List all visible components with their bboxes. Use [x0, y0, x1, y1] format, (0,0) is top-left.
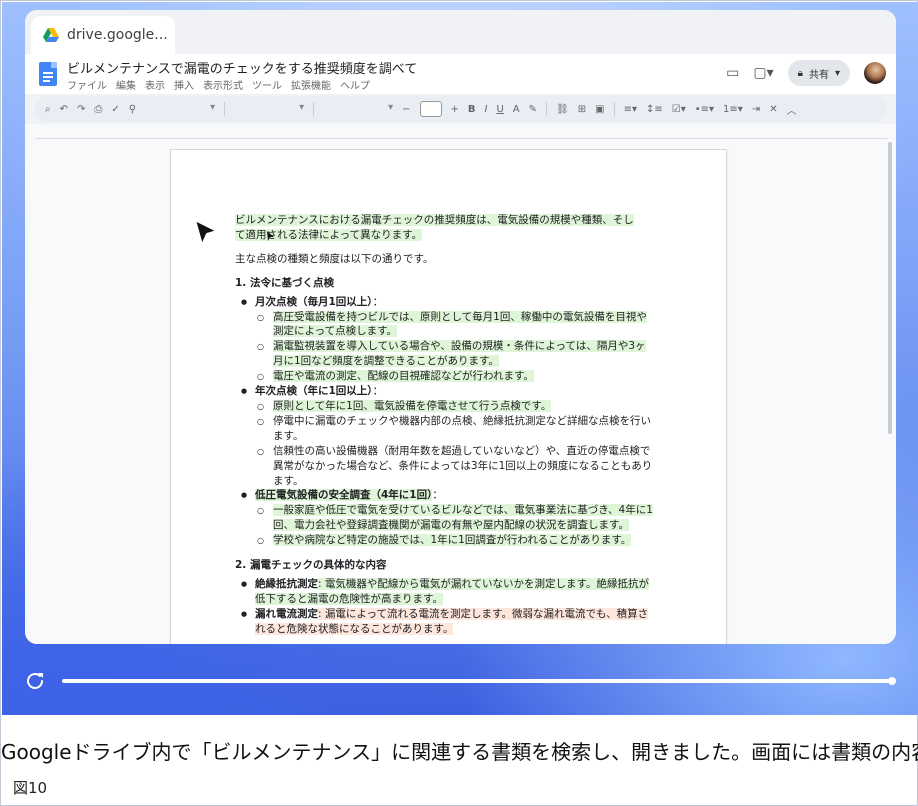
screenshot-frame: drive.google... ビルメンテナンスで漏電のチェックをする推奨頻度を… — [0, 0, 918, 806]
font-size-input[interactable] — [419, 101, 442, 117]
indent-icon[interactable]: ⇥ — [752, 104, 760, 115]
reload-icon[interactable] — [24, 670, 46, 692]
list-item: 高圧受電設備を持つビルでは、原則として毎月1回、稼働中の電気設備を目視や測定によ… — [235, 310, 655, 340]
align-icon[interactable]: ≡▾ — [624, 104, 637, 115]
list-item: 信頼性の高い設備機器（耐用年数を超過していないなど）や、直近の停電点検で異常がな… — [235, 444, 655, 489]
browser-tab[interactable]: drive.google... — [31, 16, 175, 54]
caption-text: Googleドライブ内で「ビルメンテナンス」に関連する書類を検索し、開きました。… — [1, 740, 918, 764]
section-heading: 2. 漏電チェックの具体的な内容 — [235, 559, 387, 572]
menu-view[interactable]: 表示 — [145, 77, 165, 92]
menu-edit[interactable]: 編集 — [116, 77, 136, 92]
style-select[interactable]: ▾ — [234, 102, 304, 116]
font-size-decrease-icon[interactable]: − — [402, 104, 410, 115]
list-item: 月次点検（毎月1回以上）： — [235, 295, 655, 310]
meet-icon[interactable]: ▢▾ — [753, 65, 773, 81]
ruler — [35, 138, 887, 139]
list-item: 漏れ電流測定: 漏電によって流れる電流を測定します。微弱な漏れ電流でも、積算され… — [235, 607, 655, 637]
spellcheck-icon[interactable]: ✓ — [111, 104, 119, 115]
menu-insert[interactable]: 挿入 — [174, 77, 194, 92]
divider — [224, 102, 226, 116]
list-item: 絶縁抵抗測定: 電気機器や配線から電気が漏れていないかを測定します。絶縁抵抗が低… — [235, 577, 655, 607]
zoom-select[interactable]: ▾ — [145, 102, 215, 116]
menu-format[interactable]: 表示形式 — [203, 77, 243, 92]
underline-icon[interactable]: U — [496, 104, 503, 115]
list-item: 停電中に漏電のチェックや機器内部の点検、絶縁抵抗測定など詳細な点検を行います。 — [235, 414, 655, 444]
redo-icon[interactable]: ↷ — [77, 104, 85, 115]
menu-help[interactable]: ヘルプ — [340, 77, 370, 92]
divider — [313, 102, 315, 116]
document-page[interactable]: ビルメンテナンスにおける漏電チェックの推奨頻度は、電気設備の規模や種類、そし て… — [170, 149, 727, 644]
google-docs-icon[interactable] — [39, 62, 57, 86]
playback-controls — [2, 662, 918, 702]
text-color-icon[interactable]: A — [513, 104, 520, 115]
header-actions: ▭ ▢▾ 🔒︎ 共有 ▾ — [726, 58, 886, 88]
tab-strip: drive.google... — [25, 10, 896, 54]
image-icon[interactable]: ▣ — [595, 104, 604, 115]
bullet-list-icon[interactable]: •≡▾ — [695, 104, 714, 115]
google-drive-icon — [43, 28, 59, 42]
highlight-icon[interactable]: ✎ — [529, 104, 537, 115]
collapse-icon[interactable]: ︿ — [787, 102, 797, 117]
mouse-pointer-icon — [194, 219, 218, 246]
agent-viewer: drive.google... ビルメンテナンスで漏電のチェックをする推奨頻度を… — [2, 2, 918, 715]
browser-window: drive.google... ビルメンテナンスで漏電のチェックをする推奨頻度を… — [25, 10, 896, 644]
list-item: 電圧や電流の測定、配線の目視確認などが行われます。 — [235, 369, 655, 384]
numbered-list-icon[interactable]: 1≡▾ — [723, 104, 743, 115]
menu-file[interactable]: ファイル — [67, 77, 107, 92]
undo-icon[interactable]: ↶ — [60, 104, 68, 115]
share-button[interactable]: 🔒︎ 共有 ▾ — [787, 60, 850, 86]
clear-format-icon[interactable]: ✕ — [769, 104, 777, 115]
font-select[interactable]: ▾ — [323, 102, 393, 116]
intro-paragraph: ビルメンテナンスにおける漏電チェックの推奨頻度は、電気設備の規模や種類、そし て… — [235, 214, 634, 241]
line-spacing-icon[interactable]: ↕≡ — [646, 104, 663, 115]
checklist-icon[interactable]: ☑▾ — [672, 104, 686, 115]
font-size-increase-icon[interactable]: + — [451, 104, 459, 115]
progress-handle[interactable] — [888, 677, 896, 685]
link-icon[interactable]: ⛓ — [556, 104, 569, 115]
list-item: 原則として年に1回、電気設備を停電させて行う点検です。 — [235, 399, 655, 414]
search-icon[interactable]: ⌕ — [45, 104, 51, 115]
italic-icon[interactable]: I — [485, 104, 488, 115]
scrollbar[interactable] — [888, 142, 892, 434]
list-item: 学校や病院など特定の施設では、1年に1回調査が行われることがあります。 — [235, 533, 655, 548]
editing-toolbar: ⌕ ↶ ↷ ⎙ ✓ ⚲ ▾ ▾ ▾ − + B I U A ✎ ⛓ ⊞ ▣ ≡▾… — [35, 96, 887, 122]
menu-extensions[interactable]: 拡張機能 — [291, 77, 331, 92]
figure-label: 図10 — [13, 779, 48, 797]
bold-icon[interactable]: B — [468, 104, 476, 115]
list-item: 一般家庭や低圧で電気を受けているビルなどでは、電気事業法に基づき、4年に1回、電… — [235, 503, 655, 533]
chevron-down-icon[interactable]: ▾ — [835, 68, 840, 79]
docs-header: ビルメンテナンスで漏電のチェックをする推奨頻度を調べて ファイル 編集 表示 挿… — [25, 54, 896, 94]
menu-tools[interactable]: ツール — [252, 77, 282, 92]
print-icon[interactable]: ⎙ — [94, 104, 102, 115]
avatar[interactable] — [864, 62, 886, 84]
list-item: 年次点検（年に1回以上）： — [235, 384, 655, 399]
comment-icon[interactable]: ⊞ — [578, 104, 586, 115]
menu-bar: ファイル 編集 表示 挿入 表示形式 ツール 拡張機能 ヘルプ — [67, 77, 370, 92]
list-item: 漏電監視装置を導入している場合や、設備の規模・条件によっては、隔月や3ヶ月に1回… — [235, 339, 655, 369]
document-body[interactable]: ビルメンテナンスにおける漏電チェックの推奨頻度は、電気設備の規模や種類、そし て… — [235, 213, 655, 637]
document-title[interactable]: ビルメンテナンスで漏電のチェックをする推奨頻度を調べて — [67, 58, 417, 77]
list-item: 低圧電気設備の安全調査（4年に1回）： — [235, 488, 655, 503]
text-cursor-icon — [267, 231, 274, 241]
paint-format-icon[interactable]: ⚲ — [129, 104, 136, 115]
lock-icon: 🔒︎ — [797, 67, 803, 79]
tab-title: drive.google... — [67, 27, 168, 43]
progress-bar[interactable] — [62, 677, 896, 685]
divider — [546, 102, 548, 116]
section-heading: 1. 法令に基づく点検 — [235, 276, 334, 289]
divider — [613, 102, 615, 116]
lead-paragraph: 主な点検の種類と頻度は以下の通りです。 — [235, 252, 434, 265]
document-canvas: ビルメンテナンスにおける漏電チェックの推奨頻度は、電気設備の規模や種類、そし て… — [25, 124, 896, 644]
comment-history-icon[interactable]: ▭ — [726, 65, 739, 81]
share-label: 共有 — [808, 69, 829, 81]
